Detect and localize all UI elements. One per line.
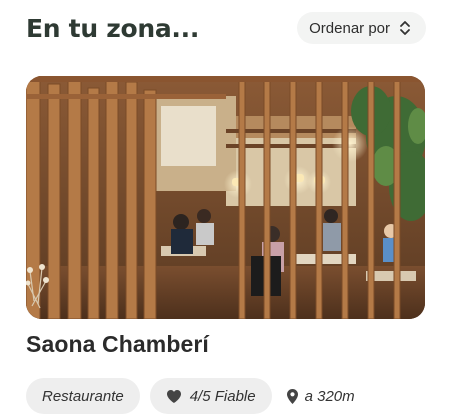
location-pin-icon <box>286 388 298 404</box>
venue-photo[interactable] <box>26 76 425 319</box>
section-header: En tu zona... Ordenar por <box>26 10 426 46</box>
venue-name[interactable]: Saona Chamberí <box>26 331 209 358</box>
sort-button-label: Ordenar por <box>309 19 390 37</box>
chevron-up-down-icon <box>400 21 410 35</box>
venue-photo-image <box>26 76 425 319</box>
rating-chip[interactable]: 4/5 Fiable <box>149 378 272 414</box>
distance-info: a 320m <box>282 388 355 405</box>
venue-tags: Restaurante 4/5 Fiable a 320m <box>26 378 355 414</box>
rating-label: 4/5 Fiable <box>189 387 256 405</box>
sort-button[interactable]: Ordenar por <box>297 12 426 44</box>
distance-label: a 320m <box>304 387 355 405</box>
category-label: Restaurante <box>42 387 124 405</box>
section-title: En tu zona... <box>26 13 200 43</box>
heart-icon <box>166 389 181 403</box>
category-chip[interactable]: Restaurante <box>26 378 140 414</box>
